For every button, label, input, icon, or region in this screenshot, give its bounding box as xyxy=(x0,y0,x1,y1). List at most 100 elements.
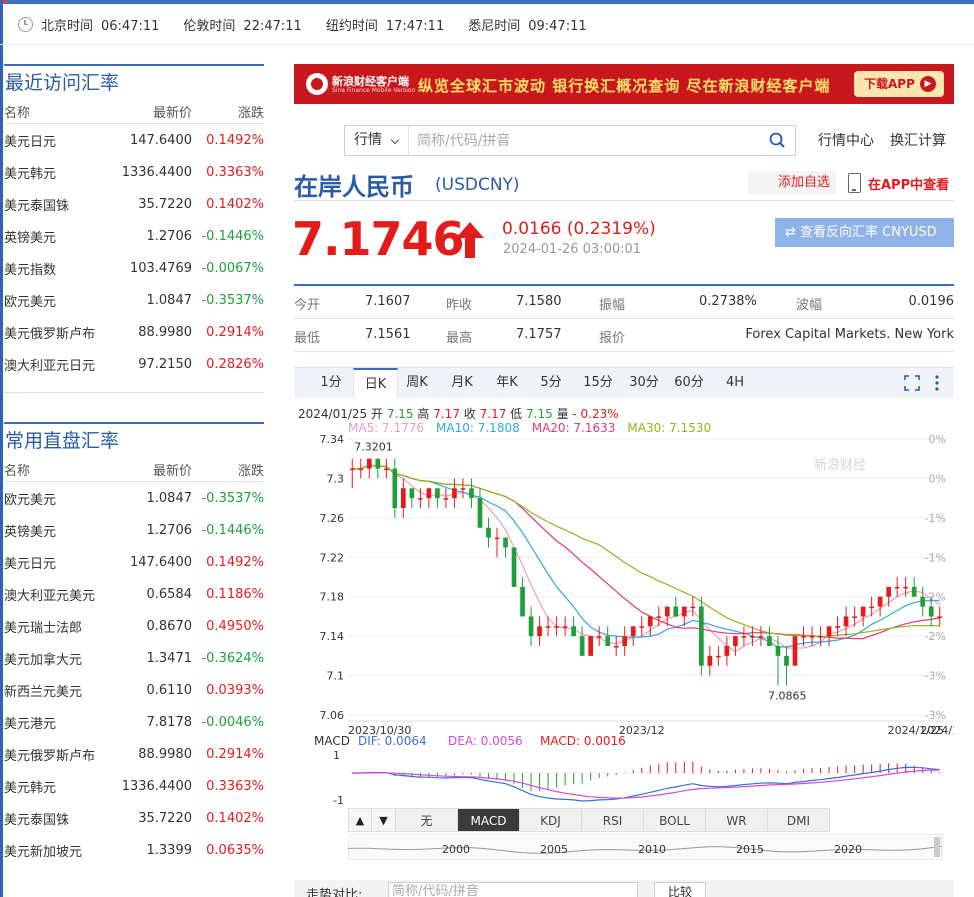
indicator-tab[interactable]: 无 xyxy=(396,808,458,832)
compare-button[interactable]: 比较 xyxy=(654,882,706,897)
header-divider xyxy=(0,44,974,45)
indicator-tab[interactable]: DMI xyxy=(768,808,830,832)
pair-name[interactable]: 英镑美元 xyxy=(4,227,116,246)
indicator-tab[interactable]: WR xyxy=(706,808,768,832)
table-row[interactable]: 欧元美元 1.0847 -0.3537% xyxy=(4,284,264,316)
table-row[interactable]: 美元瑞士法郎 0.8670 0.4950% xyxy=(4,610,264,642)
chevron-down-icon xyxy=(390,135,400,145)
indicator-tab[interactable]: KDJ xyxy=(520,808,582,832)
indicator-tab[interactable]: RSI xyxy=(582,808,644,832)
x-tick-label: 2024/1/25 xyxy=(888,724,944,737)
table-row[interactable]: 美元港元 7.8178 -0.0046% xyxy=(4,706,264,738)
table-row[interactable]: 美元韩元 1336.4400 0.3363% xyxy=(4,156,264,188)
range-navigator[interactable]: 2000 2005 2010 2015 2020 xyxy=(348,834,954,860)
pair-name[interactable]: 澳大利亚元日元 xyxy=(4,355,116,374)
table-row[interactable]: 美元指数 103.4769 -0.0067% xyxy=(4,252,264,284)
pair-price: 103.4769 xyxy=(129,260,192,276)
candle-body xyxy=(928,606,934,617)
candle-body xyxy=(852,616,857,618)
candle-body xyxy=(613,646,619,648)
stats-row-2: 最低 7.1561 最高 7.1757 报价 Forex Capital Mar… xyxy=(294,319,954,352)
pair-name[interactable]: 美元瑞士法郎 xyxy=(4,617,116,636)
exchange-calc-link[interactable]: 换汇计算 xyxy=(890,130,946,150)
scroll-down-button[interactable]: ▼ xyxy=(372,808,396,832)
pair-name[interactable]: 美元指数 xyxy=(4,259,116,278)
candle-body xyxy=(937,616,943,618)
pair-name[interactable]: 美元新加坡元 xyxy=(4,841,116,860)
candle-body xyxy=(699,606,704,666)
table-row[interactable]: 美元韩元 1336.4400 0.3363% xyxy=(4,770,264,802)
app-download-banner[interactable]: 新浪财经客户端 Sina Finance Mobile Version 纵览全球… xyxy=(294,64,954,104)
pair-change: 0.1186% xyxy=(206,586,264,602)
top-links: 行情中心 换汇计算 xyxy=(818,130,946,150)
pair-price: 1336.4400 xyxy=(121,778,192,794)
table-row[interactable]: 美元新加坡元 1.3399 0.0635% xyxy=(4,834,264,866)
download-app-button[interactable]: 下载APP ▶ xyxy=(854,71,944,97)
add-favorite-button[interactable]: 添加自选 xyxy=(748,171,836,195)
table-row[interactable]: 美元泰国铢 35.7220 0.1402% xyxy=(4,188,264,220)
candlestick-svg[interactable]: 7.34 0%7.3 0%7.26 -1%7.22 -1%7.18 -2%7.14 -2%7… xyxy=(294,367,954,807)
candle-body xyxy=(443,498,449,500)
pair-name[interactable]: 英镑美元 xyxy=(4,521,116,540)
candle-body xyxy=(767,636,772,646)
pct-tick-label: -1% xyxy=(925,551,946,564)
high-label: 最高 xyxy=(446,331,473,346)
table-row[interactable]: 美元泰国铢 35.7220 0.1402% xyxy=(4,802,264,834)
table-row[interactable]: 英镑美元 1.2706 -0.1446% xyxy=(4,220,264,252)
table-row[interactable]: 美元俄罗斯卢布 88.9980 0.2914% xyxy=(4,316,264,348)
title-divider xyxy=(294,200,954,201)
candle-body xyxy=(605,636,611,646)
candle-body xyxy=(877,596,883,607)
compare-label: 走势对比: xyxy=(306,888,363,897)
table-row[interactable]: 美元加拿大元 1.3471 -0.3624% xyxy=(4,642,264,674)
common-table-body: 欧元美元 1.0847 -0.3537% 英镑美元 1.2706 -0.1446% 美元日元… xyxy=(4,482,264,866)
reverse-rate-button[interactable]: ⇄ 查看反向汇率 CNYUSD xyxy=(775,218,954,247)
table-row[interactable]: 英镑美元 1.2706 -0.1446% xyxy=(4,514,264,546)
indicator-tab[interactable]: BOLL xyxy=(644,808,706,832)
pair-name[interactable]: 美元泰国铢 xyxy=(4,809,116,828)
pair-name[interactable]: 澳大利亚元美元 xyxy=(4,585,116,604)
search-icon[interactable] xyxy=(769,132,785,148)
arrow-right-icon: ▶ xyxy=(920,76,936,92)
pair-name[interactable]: 美元港元 xyxy=(4,713,116,732)
table-row[interactable]: 美元俄罗斯卢布 88.9980 0.2914% xyxy=(4,738,264,770)
pair-name[interactable]: 美元韩元 xyxy=(4,163,116,182)
candle-body xyxy=(579,636,585,656)
pair-name[interactable]: 美元日元 xyxy=(4,131,116,150)
scroll-up-button[interactable]: ▲ xyxy=(348,808,372,832)
view-in-app-link[interactable]: 在APP中查看 xyxy=(868,174,949,193)
search-input[interactable] xyxy=(417,126,757,155)
y-tick-label: 7.22 xyxy=(320,551,345,564)
pair-name[interactable]: 新西兰元美元 xyxy=(4,681,116,700)
pair-name[interactable]: 美元日元 xyxy=(4,553,116,572)
compare-input[interactable]: 简称/代码/拼音 xyxy=(388,882,638,897)
indicator-tab[interactable]: MACD xyxy=(458,808,520,832)
candle-body xyxy=(903,586,909,589)
pair-change: -0.3537% xyxy=(201,292,264,308)
y-tick-label: 7.3 xyxy=(327,472,345,485)
pair-name[interactable]: 美元加拿大元 xyxy=(4,649,116,668)
candle-body xyxy=(426,488,432,499)
table-row[interactable]: 欧元美元 1.0847 -0.3537% xyxy=(4,482,264,514)
pair-name[interactable]: 美元泰国铢 xyxy=(4,195,116,214)
table-row[interactable]: 澳大利亚元美元 0.6584 0.1186% xyxy=(4,578,264,610)
market-center-link[interactable]: 行情中心 xyxy=(818,130,874,150)
pair-change: 0.2914% xyxy=(206,746,264,762)
candle-body xyxy=(554,626,559,628)
wave-label: 波幅 xyxy=(796,298,823,313)
common-panel-header: 常用直盘汇率 xyxy=(4,422,264,458)
table-row[interactable]: 美元日元 147.6400 0.1492% xyxy=(4,546,264,578)
pair-name[interactable]: 欧元美元 xyxy=(4,291,116,310)
amplitude-label: 振幅 xyxy=(599,298,626,313)
candle-body xyxy=(750,636,755,638)
pair-name[interactable]: 欧元美元 xyxy=(4,489,116,508)
table-row[interactable]: 新西兰元美元 0.6110 0.0393% xyxy=(4,674,264,706)
table-row[interactable]: 澳大利亚元日元 97.2150 0.2826% xyxy=(4,348,264,380)
pair-name[interactable]: 美元俄罗斯卢布 xyxy=(4,745,116,764)
search-type-select[interactable]: 行情 xyxy=(345,126,409,155)
pair-name[interactable]: 美元韩元 xyxy=(4,777,116,796)
pair-name[interactable]: 美元俄罗斯卢布 xyxy=(4,323,116,342)
pct-tick-label: -2% xyxy=(925,630,946,643)
table-row[interactable]: 美元日元 147.6400 0.1492% xyxy=(4,124,264,156)
recent-panel-header: 最近访问汇率 xyxy=(4,64,264,100)
